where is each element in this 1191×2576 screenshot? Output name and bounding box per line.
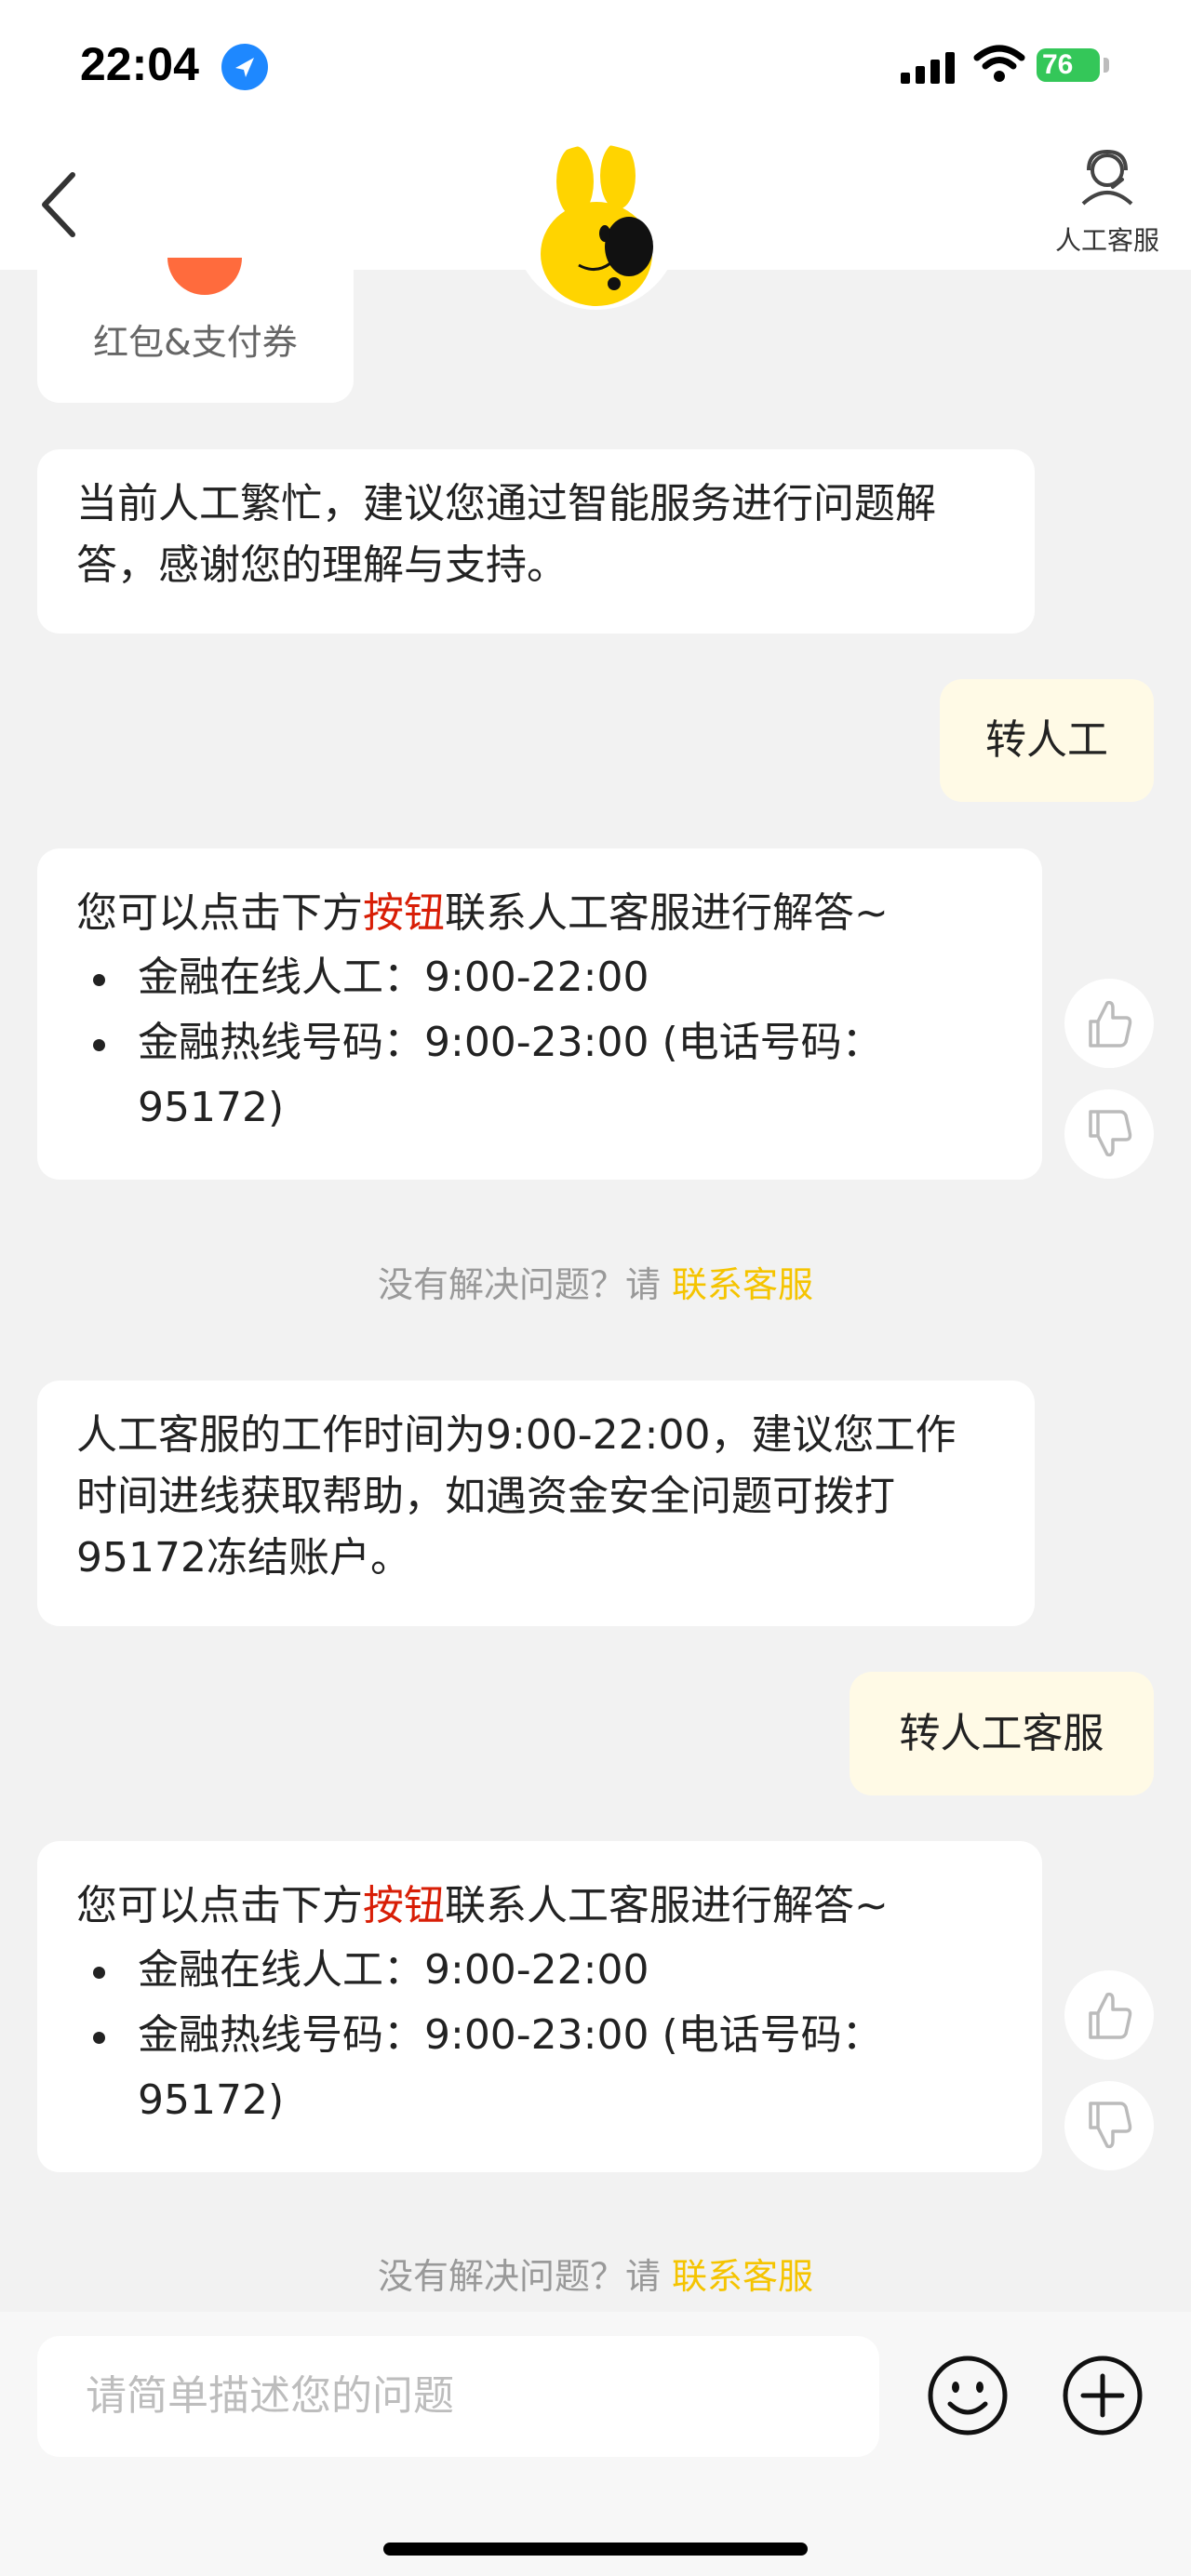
user-message: 转人工客服 [850, 1672, 1154, 1795]
contact-service-link[interactable]: 联系客服 [672, 2256, 813, 2297]
intro-after: 联系人工客服进行解答~ [445, 1882, 889, 1929]
human-agent-label: 人工客服 [1054, 225, 1159, 256]
bot-message-text: 人工客服的工作时间为9:00-22:00，建议您工作时间进线获取帮助，如遇资金安… [76, 1411, 957, 1582]
emoji-icon[interactable] [926, 2354, 1010, 2437]
unresolved-hint: 没有解决问题？请 联系客服 [0, 2248, 1191, 2299]
home-indicator [383, 2543, 808, 2556]
plus-icon[interactable] [1061, 2354, 1144, 2437]
status-bar: 22:04 76 [0, 0, 1191, 135]
headset-icon [1081, 149, 1133, 206]
signal-icon [901, 52, 955, 84]
thumbs-down-icon [1089, 1110, 1132, 1157]
coupon-card[interactable]: 红包&支付券 [37, 237, 354, 403]
bot-message-text: 当前人工繁忙，建议您通过智能服务进行问题解答，感谢您的理解与支持。 [76, 480, 936, 589]
intro-after: 联系人工客服进行解答~ [445, 889, 889, 937]
intro-button-highlight[interactable]: 按钮 [363, 1882, 445, 1929]
list-item: 金融热线号码：9:00-23:00 (电话号码：95172) [93, 1010, 1003, 1141]
battery-cap [1104, 58, 1109, 73]
intro-before: 您可以点击下方 [76, 1882, 363, 1929]
bot-message: 人工客服的工作时间为9:00-22:00，建议您工作时间进线获取帮助，如遇资金安… [37, 1381, 1035, 1626]
chevron-left-icon[interactable] [35, 167, 82, 242]
bot-message: 当前人工繁忙，建议您通过智能服务进行问题解答，感谢您的理解与支持。 [37, 449, 1035, 634]
bot-contact-message: 您可以点击下方按钮联系人工客服进行解答~ 金融在线人工：9:00-22:00 金… [37, 1841, 1042, 2172]
hint-prefix: 没有解决问题？请 [377, 2256, 673, 2297]
thumbs-up-icon [1089, 1000, 1132, 1048]
message-input[interactable]: 请简单描述您的问题 [37, 2336, 879, 2457]
rabbit-mascot-icon [514, 144, 679, 310]
list-item: 金融在线人工：9:00-22:00 [93, 945, 1003, 1010]
unresolved-hint: 没有解决问题？请 联系客服 [0, 1256, 1191, 1307]
coupon-label: 红包&支付券 [93, 322, 298, 363]
wifi-icon [973, 45, 1025, 82]
intro-before: 您可以点击下方 [76, 889, 363, 937]
battery-level: 76 [1042, 49, 1074, 80]
thumbs-down-button[interactable] [1064, 2081, 1154, 2170]
red-packet-icon [167, 258, 242, 295]
list-item: 金融在线人工：9:00-22:00 [93, 1938, 1003, 2003]
human-agent-button[interactable]: 人工客服 [1042, 148, 1172, 260]
contact-hours-list: 金融在线人工：9:00-22:00 金融热线号码：9:00-23:00 (电话号… [76, 1938, 1003, 2133]
thumbs-down-button[interactable] [1064, 1089, 1154, 1179]
contact-intro: 您可以点击下方按钮联系人工客服进行解答~ [76, 882, 1003, 945]
list-item: 金融热线号码：9:00-23:00 (电话号码：95172) [93, 2003, 1003, 2133]
thumbs-up-button[interactable] [1064, 979, 1154, 1068]
thumbs-down-icon [1089, 2102, 1132, 2149]
thumbs-up-button[interactable] [1064, 1970, 1154, 2060]
contact-service-link[interactable]: 联系客服 [672, 1264, 813, 1305]
input-bar: 请简单描述您的问题 [0, 2312, 1191, 2576]
bot-contact-message: 您可以点击下方按钮联系人工客服进行解答~ 金融在线人工：9:00-22:00 金… [37, 848, 1042, 1180]
user-message: 转人工 [940, 679, 1154, 802]
hint-prefix: 没有解决问题？请 [377, 1264, 673, 1305]
contact-hours-list: 金融在线人工：9:00-22:00 金融热线号码：9:00-23:00 (电话号… [76, 945, 1003, 1141]
status-time: 22:04 [80, 38, 199, 90]
location-icon [221, 44, 268, 90]
thumbs-up-icon [1089, 1992, 1132, 2039]
battery-icon: 76 [1037, 48, 1100, 82]
intro-button-highlight[interactable]: 按钮 [363, 889, 445, 937]
contact-intro: 您可以点击下方按钮联系人工客服进行解答~ [76, 1875, 1003, 1938]
